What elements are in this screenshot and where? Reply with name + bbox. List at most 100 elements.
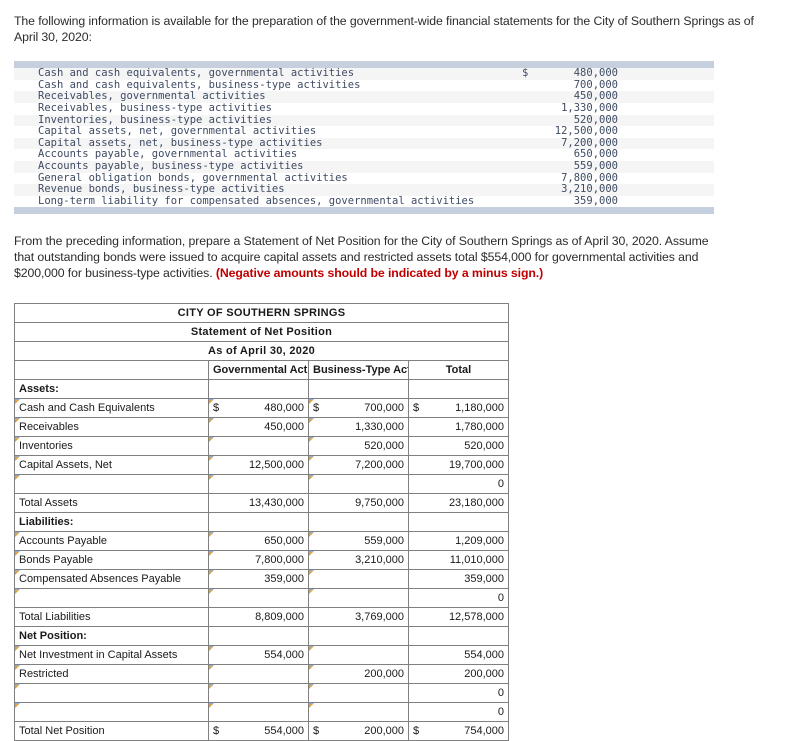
governmental-amount-input[interactable] [208, 588, 309, 609]
account-name-input[interactable] [14, 702, 209, 723]
account-name-input[interactable]: Compensated Absences Payable [14, 569, 209, 590]
business-amount-input[interactable] [308, 702, 409, 723]
total-amount-cell: 0 [408, 474, 509, 495]
statement-of-net-position-worksheet: CITY OF SOUTHERN SPRINGS Statement of Net… [14, 303, 509, 741]
amount-value: 754,000 [464, 725, 504, 738]
governmental-amount-input[interactable] [208, 436, 309, 457]
section-total-business: 3,769,000 [308, 607, 409, 628]
section-heading-bus-blank [308, 626, 409, 647]
amount-value: 3,210,000 [355, 554, 404, 567]
business-amount-input[interactable] [308, 645, 409, 666]
given-data-label: Revenue bonds, business-type activities [38, 183, 285, 196]
intro-paragraph: The following information is available f… [14, 14, 754, 44]
table-row: 0 [14, 683, 509, 704]
account-name-input[interactable]: Net Investment in Capital Assets [14, 645, 209, 666]
section-total-row: Total Net Position $554,000 $200,000 $754,0… [14, 721, 509, 741]
governmental-amount-input[interactable] [208, 683, 309, 704]
amount-value: 480,000 [264, 402, 304, 415]
amount-value: 0 [497, 706, 504, 719]
section-heading-gov-blank [208, 379, 309, 400]
business-amount-input[interactable]: $700,000 [308, 398, 409, 419]
governmental-amount-input[interactable]: 450,000 [208, 417, 309, 438]
column-header-blank [14, 360, 209, 381]
total-amount-cell: 11,010,000 [408, 550, 509, 571]
governmental-amount-input[interactable]: 12,500,000 [208, 455, 309, 476]
amount-value: 7,800,000 [255, 554, 304, 567]
amount-value: 554,000 [264, 649, 304, 662]
worksheet-title-statement-cell: Statement of Net Position [14, 322, 509, 343]
currency-symbol: $ [413, 725, 420, 738]
amount-value: 554,000 [264, 725, 304, 738]
account-name-input[interactable]: Restricted [14, 664, 209, 685]
account-name-input[interactable] [14, 588, 209, 609]
section-total-row: Total Liabilities 8,809,000 3,769,000 12,57… [14, 607, 509, 628]
given-data-row: Revenue bonds, business-type activities 3… [14, 184, 714, 196]
total-amount-cell: 554,000 [408, 645, 509, 666]
account-name-input[interactable]: Bonds Payable [14, 550, 209, 571]
amount-value: 559,000 [364, 535, 404, 548]
account-name-input[interactable]: Capital Assets, Net [14, 455, 209, 476]
business-amount-input[interactable]: 200,000 [308, 664, 409, 685]
amount-value: 700,000 [364, 402, 404, 415]
section-total-business: 9,750,000 [308, 493, 409, 514]
amount-value: 7,200,000 [355, 459, 404, 472]
table-row: Net Investment in Capital Assets 554,000 5… [14, 645, 509, 666]
account-name-input[interactable] [14, 474, 209, 495]
business-amount-input[interactable]: 559,000 [308, 531, 409, 552]
section-total-label: Total Net Position [14, 721, 209, 741]
table-row: Receivables 450,000 1,330,000 1,780,000 [14, 417, 509, 438]
governmental-amount-input[interactable]: $480,000 [208, 398, 309, 419]
table-row: Restricted 200,000 200,000 [14, 664, 509, 685]
business-amount-input[interactable] [308, 474, 409, 495]
account-name-input[interactable]: Cash and Cash Equivalents [14, 398, 209, 419]
negative-amounts-warning: (Negative amounts should be indicated by… [215, 265, 544, 280]
currency-symbol: $ [413, 402, 420, 415]
business-amount-input[interactable] [308, 569, 409, 590]
business-amount-input[interactable]: 3,210,000 [308, 550, 409, 571]
account-name-input[interactable]: Inventories [14, 436, 209, 457]
amount-value: 200,000 [464, 668, 504, 681]
account-name-input[interactable]: Receivables [14, 417, 209, 438]
amount-value: 13,430,000 [248, 497, 304, 510]
business-amount-input[interactable]: 520,000 [308, 436, 409, 457]
table-row: Inventories 520,000 520,000 [14, 436, 509, 457]
governmental-amount-input[interactable] [208, 664, 309, 685]
amount-value: 0 [497, 478, 504, 491]
amount-value: 1,209,000 [455, 535, 504, 548]
business-amount-input[interactable] [308, 683, 409, 704]
governmental-amount-input[interactable] [208, 474, 309, 495]
section-heading-tot-blank [408, 512, 509, 533]
worksheet-title-city-cell: CITY OF SOUTHERN SPRINGS [14, 303, 509, 324]
column-header-business: Business-Type Activities [308, 360, 409, 381]
section-total-business: $200,000 [308, 721, 409, 741]
business-amount-input[interactable]: 1,330,000 [308, 417, 409, 438]
amount-value: 12,578,000 [448, 611, 504, 624]
section-total-label: Total Assets [14, 493, 209, 514]
given-data-label: Capital assets, net, governmental activi… [38, 125, 317, 138]
given-data-currency: $ [522, 67, 529, 80]
worksheet-title-date-cell: As of April 30, 2020 [14, 341, 509, 362]
given-data-row: Accounts payable, business-type activiti… [14, 160, 714, 173]
section-total-governmental: 13,430,000 [208, 493, 309, 514]
section-heading-gov-blank [208, 626, 309, 647]
task-paragraph: From the preceding information, prepare … [14, 234, 714, 281]
table-row: 0 [14, 702, 509, 723]
account-name-input[interactable] [14, 683, 209, 704]
amount-value: 450,000 [264, 421, 304, 434]
amount-value: 23,180,000 [448, 497, 504, 510]
business-amount-input[interactable]: 7,200,000 [308, 455, 409, 476]
currency-symbol: $ [213, 402, 220, 415]
given-data-row: Receivables, business-type activities 1,3… [14, 102, 714, 115]
total-amount-cell: 1,780,000 [408, 417, 509, 438]
governmental-amount-input[interactable]: 554,000 [208, 645, 309, 666]
amount-value: 9,750,000 [355, 497, 404, 510]
amount-value: 520,000 [364, 440, 404, 453]
governmental-amount-input[interactable] [208, 702, 309, 723]
total-amount-cell: 0 [408, 702, 509, 723]
governmental-amount-input[interactable]: 359,000 [208, 569, 309, 590]
account-name-input[interactable]: Accounts Payable [14, 531, 209, 552]
amount-value: 554,000 [464, 649, 504, 662]
governmental-amount-input[interactable]: 7,800,000 [208, 550, 309, 571]
governmental-amount-input[interactable]: 650,000 [208, 531, 309, 552]
business-amount-input[interactable] [308, 588, 409, 609]
